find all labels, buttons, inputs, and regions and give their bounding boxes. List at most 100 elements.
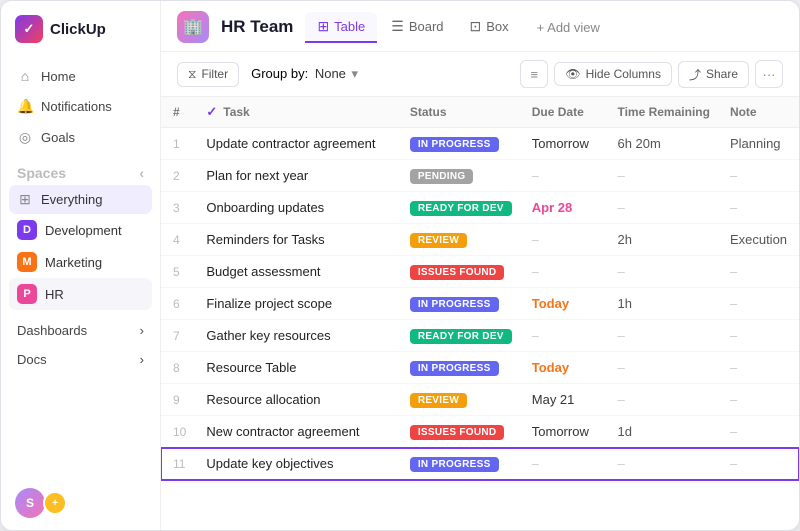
page-icon: 🏢 [177,11,209,43]
tab-box-label: Box [486,19,508,34]
status-badge: REVIEW [410,233,467,248]
sidebar-item-marketing[interactable]: M Marketing [9,246,152,278]
sidebar-item-everything-label: Everything [41,192,102,207]
row-status[interactable]: READY FOR DEV [400,320,522,352]
table-row[interactable]: 4Reminders for TasksREVIEW–2hExecution [161,224,799,256]
row-status[interactable]: REVIEW [400,224,522,256]
row-number: 7 [161,320,196,352]
tab-box[interactable]: ⊡ Box [458,12,521,43]
docs-chevron: › [140,352,144,367]
dashboards-chevron: › [140,323,144,338]
tab-board[interactable]: ☰ Board [379,12,455,43]
row-status[interactable]: IN PROGRESS [400,288,522,320]
row-status[interactable]: ISSUES FOUND [400,256,522,288]
col-task: ✓ Task [196,97,399,128]
row-time-remaining: 2h [607,224,719,256]
sidebar-item-notifications[interactable]: 🔔 Notifications [9,91,152,122]
table-row[interactable]: 6Finalize project scopeIN PROGRESSToday1… [161,288,799,320]
sidebar-nav: ⌂ Home 🔔 Notifications ◎ Goals [1,61,160,153]
status-badge: READY FOR DEV [410,329,512,344]
more-button[interactable]: ··· [755,60,783,88]
tab-board-label: Board [409,19,444,34]
more-icon: ··· [763,67,776,82]
table-row[interactable]: 11Update key objectivesIN PROGRESS––– [161,448,799,480]
row-note: – [720,160,799,192]
sidebar-item-everything[interactable]: ⊞ Everything [9,185,152,214]
table-row[interactable]: 1Update contractor agreementIN PROGRESST… [161,128,799,160]
row-number: 3 [161,192,196,224]
row-task-name[interactable]: Update key objectives [196,448,399,480]
sidebar-item-development-label: Development [45,223,122,238]
sidebar-item-dashboards[interactable]: Dashboards › [9,316,152,345]
table-row[interactable]: 9Resource allocationREVIEWMay 21–– [161,384,799,416]
row-task-name[interactable]: New contractor agreement [196,416,399,448]
filter-button[interactable]: ⧖ Filter [177,62,239,87]
sidebar-item-development[interactable]: D Development [9,214,152,246]
sidebar-item-home[interactable]: ⌂ Home [9,61,152,91]
row-task-name[interactable]: Finalize project scope [196,288,399,320]
groupby-prefix: Group by: [251,66,308,81]
table-row[interactable]: 7Gather key resourcesREADY FOR DEV––– [161,320,799,352]
row-status[interactable]: IN PROGRESS [400,352,522,384]
row-status[interactable]: PENDING [400,160,522,192]
header-top: 🏢 HR Team ⊞ Table ☰ Board ⊡ Box [177,11,783,51]
toolbar-right: ≡ 👁 Hide Columns ⤴ Share ··· [520,60,783,88]
add-view-button[interactable]: + Add view [527,14,610,41]
row-note: – [720,384,799,416]
row-status[interactable]: REVIEW [400,384,522,416]
row-task-name[interactable]: Resource Table [196,352,399,384]
app-window: ✓ ClickUp ⌂ Home 🔔 Notifications ◎ Goals… [0,0,800,531]
toolbar: ⧖ Filter Group by: None ▾ ≡ 👁 Hide Colum… [161,52,799,97]
row-status[interactable]: IN PROGRESS [400,128,522,160]
row-task-name[interactable]: Gather key resources [196,320,399,352]
task-table: # ✓ Task Status Due Date Time Remaining … [161,97,799,480]
share-label: Share [706,67,738,81]
tab-table-label: Table [334,19,365,34]
row-number: 6 [161,288,196,320]
avatar[interactable]: S [15,488,45,518]
development-dot: D [17,220,37,240]
sidebar-item-goals-label: Goals [41,130,75,145]
filter-icon: ⧖ [188,67,196,82]
hide-columns-label: Hide Columns [586,67,661,81]
row-status[interactable]: READY FOR DEV [400,192,522,224]
tab-table[interactable]: ⊞ Table [305,12,377,43]
spaces-chevron[interactable]: ‹ [139,165,144,181]
table-row[interactable]: 8Resource TableIN PROGRESSToday–– [161,352,799,384]
row-task-name[interactable]: Budget assessment [196,256,399,288]
table-row[interactable]: 2Plan for next yearPENDING––– [161,160,799,192]
row-task-name[interactable]: Resource allocation [196,384,399,416]
sidebar-item-hr[interactable]: P HR [9,278,152,310]
row-note: – [720,448,799,480]
row-time-remaining: – [607,256,719,288]
sidebar-item-docs[interactable]: Docs › [9,345,152,374]
row-due-date: May 21 [522,384,608,416]
row-task-name[interactable]: Plan for next year [196,160,399,192]
row-task-name[interactable]: Onboarding updates [196,192,399,224]
row-note: Execution [720,224,799,256]
table-row[interactable]: 3Onboarding updatesREADY FOR DEVApr 28–– [161,192,799,224]
sidebar-bottom: Dashboards › Docs › [1,316,160,374]
row-note: – [720,320,799,352]
hide-columns-button[interactable]: 👁 Hide Columns [554,62,672,86]
row-task-name[interactable]: Reminders for Tasks [196,224,399,256]
eye-icon: 👁 [565,67,580,81]
row-time-remaining: – [607,352,719,384]
add-view-label: + Add view [537,20,600,35]
sort-button[interactable]: ≡ [520,60,548,88]
row-status[interactable]: ISSUES FOUND [400,416,522,448]
sidebar-item-goals[interactable]: ◎ Goals [9,122,152,153]
table-row[interactable]: 10New contractor agreementISSUES FOUNDTo… [161,416,799,448]
row-due-date: Today [522,288,608,320]
avatar-secondary[interactable]: + [43,491,67,515]
toolbar-left: ⧖ Filter Group by: None ▾ [177,62,358,87]
share-button[interactable]: ⤴ Share [678,61,749,88]
dashboards-label: Dashboards [17,323,87,338]
row-due-date: – [522,256,608,288]
row-status[interactable]: IN PROGRESS [400,448,522,480]
sidebar: ✓ ClickUp ⌂ Home 🔔 Notifications ◎ Goals… [1,1,161,530]
table-row[interactable]: 5Budget assessmentISSUES FOUND––– [161,256,799,288]
docs-label: Docs [17,352,47,367]
spaces-list: ⊞ Everything D Development M Marketing P… [1,185,160,310]
row-task-name[interactable]: Update contractor agreement [196,128,399,160]
